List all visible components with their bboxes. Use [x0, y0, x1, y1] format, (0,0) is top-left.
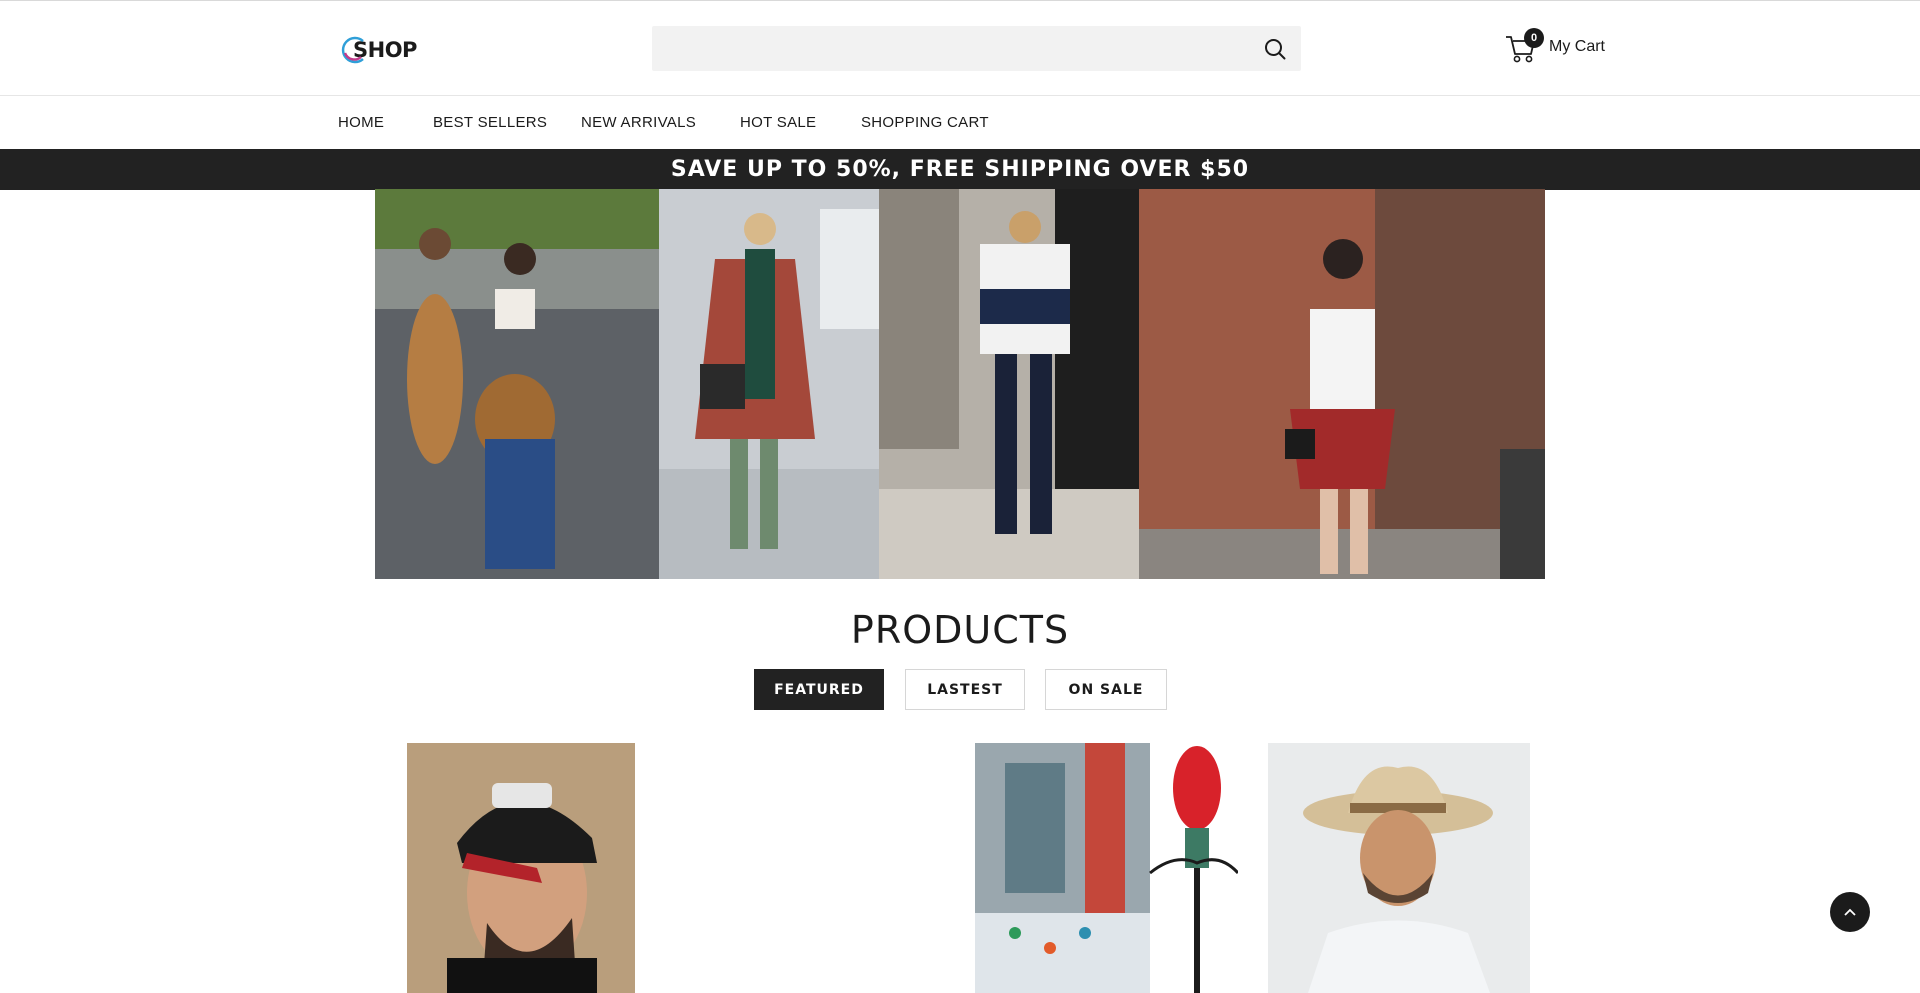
search-bar — [652, 26, 1301, 71]
hero-banner-image[interactable] — [375, 189, 1545, 579]
hero-photo-1 — [375, 189, 659, 579]
products-heading: PRODUCTS — [850, 608, 1070, 652]
search-button[interactable] — [1262, 36, 1287, 61]
main-nav: HOME BEST SELLERS NEW ARRIVALS HOT SALE … — [0, 97, 1920, 149]
hero-photo-2 — [659, 189, 879, 579]
cart-count-badge: 0 — [1524, 28, 1544, 48]
site-header: SHOP 0 My Cart — [0, 1, 1920, 96]
chevron-up-icon — [1844, 908, 1856, 916]
product-image-cap[interactable] — [407, 743, 635, 993]
tab-featured[interactable]: FEATURED — [754, 669, 884, 710]
tab-lastest[interactable]: LASTEST — [905, 669, 1025, 710]
shop-logo[interactable]: SHOP — [339, 33, 417, 67]
nav-item-home[interactable]: HOME — [338, 114, 384, 131]
search-icon — [1264, 38, 1285, 59]
nav-item-best-sellers[interactable]: BEST SELLERS — [433, 114, 547, 131]
product-image-lights[interactable] — [975, 743, 1238, 993]
product-image-cowboy-hat[interactable] — [1268, 743, 1530, 993]
search-input[interactable] — [652, 26, 1252, 71]
tab-on-sale[interactable]: ON SALE — [1045, 669, 1167, 710]
nav-item-shopping-cart[interactable]: SHOPPING CART — [861, 114, 989, 131]
hero-photo-3 — [879, 189, 1139, 579]
promo-text: SAVE UP TO 50%, FREE SHIPPING OVER $50 — [670, 157, 1250, 182]
cart-label: My Cart — [1549, 38, 1605, 55]
logo-mark-icon — [339, 35, 369, 65]
back-to-top-button[interactable] — [1830, 892, 1870, 932]
cart-button[interactable]: 0 My Cart — [1505, 28, 1605, 64]
hero-photo-4 — [1139, 189, 1545, 579]
nav-item-hot-sale[interactable]: HOT SALE — [740, 114, 816, 131]
cart-icon: 0 — [1505, 28, 1544, 64]
nav-item-new-arrivals[interactable]: NEW ARRIVALS — [581, 114, 696, 131]
promo-banner: SAVE UP TO 50%, FREE SHIPPING OVER $50 — [0, 149, 1920, 190]
